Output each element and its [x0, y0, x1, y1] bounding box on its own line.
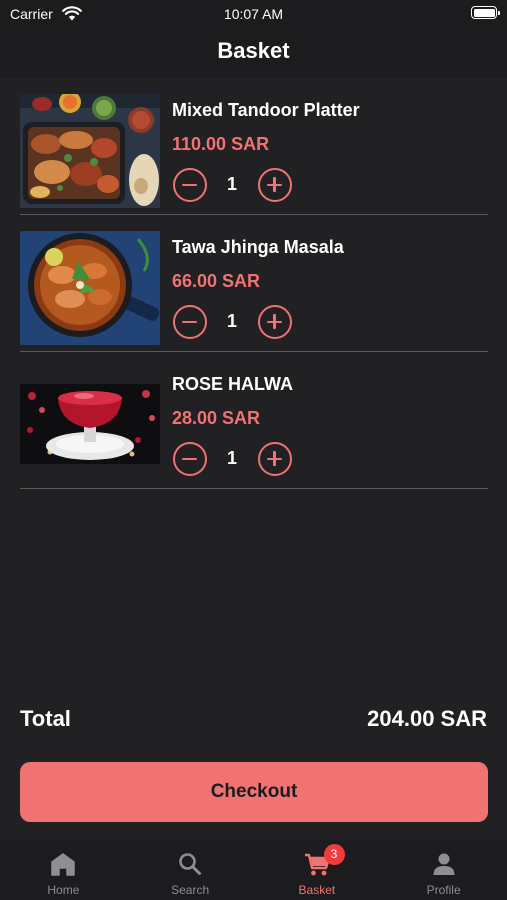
quantity-value: 1 [226, 311, 237, 331]
total-row: Total 204.00 SAR [20, 706, 487, 736]
total-label: Total [20, 706, 71, 731]
item-price: 110.00 SAR [172, 134, 270, 154]
minus-icon [182, 457, 197, 460]
tab-basket[interactable]: 3 Basket [254, 840, 381, 900]
page-title: Basket [217, 38, 290, 63]
increase-quantity-button[interactable] [258, 442, 292, 476]
minus-icon [182, 320, 197, 323]
person-icon [430, 850, 458, 878]
tab-label: Profile [426, 883, 461, 897]
status-bar: Carrier 10:07 AM [0, 0, 507, 30]
search-icon [176, 850, 204, 878]
item-name: Mixed Tandoor Platter [172, 100, 360, 120]
increase-quantity-button[interactable] [258, 305, 292, 339]
quantity-value: 1 [226, 174, 237, 194]
tab-label: Basket [298, 883, 336, 897]
item-image-mixed-tandoor-platter [20, 94, 160, 208]
quantity-value: 1 [226, 448, 237, 468]
basket-item: ROSE HALWA 28.00 SAR 1 [20, 352, 488, 489]
item-name: ROSE HALWA [172, 374, 294, 394]
basket-count-badge: 3 [323, 844, 345, 865]
checkout-button[interactable]: Checkout [20, 762, 488, 822]
tab-bar: Home Search 3 Basket Profile [0, 840, 507, 900]
item-price: 28.00 SAR [172, 408, 261, 428]
decrease-quantity-button[interactable] [173, 168, 207, 202]
basket-list: Mixed Tandoor Platter 110.00 SAR 1 Tawa … [20, 78, 488, 489]
item-price: 66.00 SAR [172, 271, 261, 291]
battery-icon [471, 6, 500, 19]
tab-profile[interactable]: Profile [380, 840, 507, 900]
tab-label: Search [171, 883, 210, 897]
decrease-quantity-button[interactable] [173, 442, 207, 476]
home-icon [49, 850, 77, 878]
tab-home[interactable]: Home [0, 840, 127, 900]
basket-item: Tawa Jhinga Masala 66.00 SAR 1 [20, 215, 488, 352]
decrease-quantity-button[interactable] [173, 305, 207, 339]
tab-search[interactable]: Search [127, 840, 254, 900]
tab-label: Home [47, 883, 80, 897]
nav-bar: Basket [0, 30, 507, 77]
item-name: Tawa Jhinga Masala [172, 237, 344, 257]
increase-quantity-button[interactable] [258, 168, 292, 202]
status-time: 10:07 AM [223, 6, 284, 22]
total-value: 204.00 SAR [367, 706, 487, 731]
item-image-tawa-jhinga-masala [20, 231, 160, 345]
item-image-rose-halwa [20, 368, 160, 482]
basket-item: Mixed Tandoor Platter 110.00 SAR 1 [20, 78, 488, 215]
minus-icon [182, 183, 197, 186]
